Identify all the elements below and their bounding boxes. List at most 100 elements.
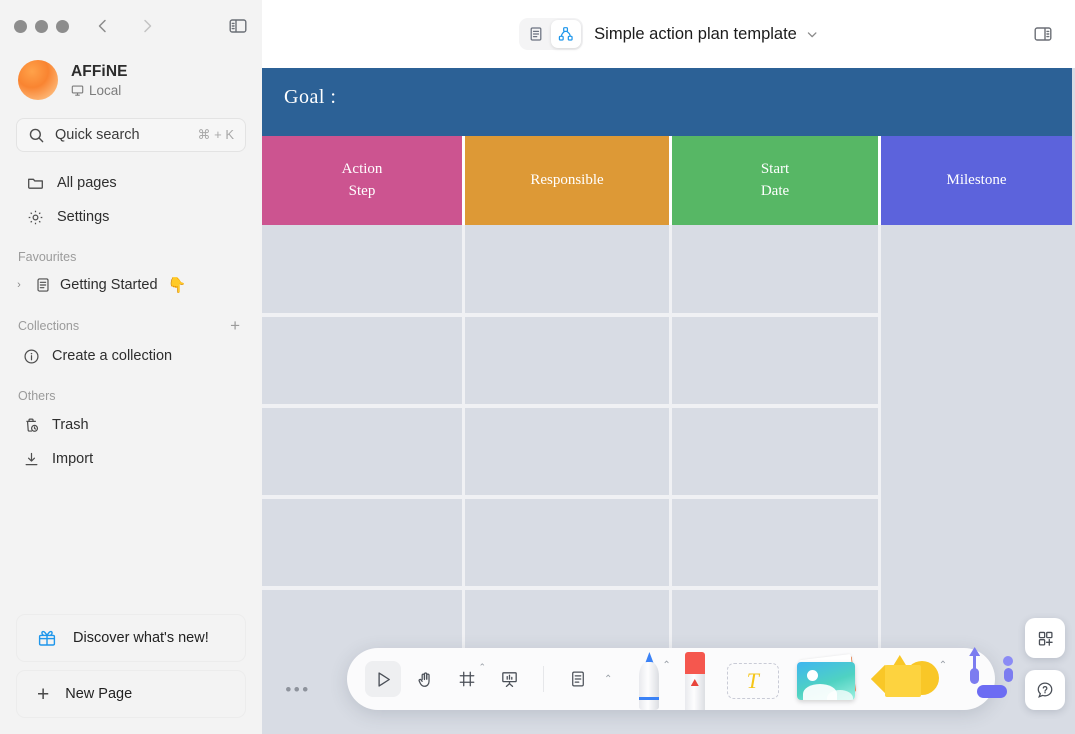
import-icon — [22, 450, 40, 468]
gift-icon — [37, 628, 57, 648]
column-header-line1: Start — [760, 160, 790, 177]
select-tool[interactable] — [365, 661, 401, 697]
connector-icon — [963, 647, 1019, 700]
hand-tool[interactable] — [407, 661, 443, 697]
edgeless-canvas[interactable]: Goal : Action Step Responsible Start Dat… — [262, 58, 1075, 734]
plus-icon: + — [37, 682, 50, 706]
text-T-icon: T — [726, 663, 779, 699]
frame-tool[interactable]: ⌃ — [449, 661, 486, 697]
table-header-row: Action Step Responsible Start Date Miles… — [262, 136, 1072, 225]
pen-icon — [636, 652, 662, 710]
search-input[interactable]: Quick search ⌘ + K — [16, 118, 246, 152]
section-header-favourites: Favourites — [0, 234, 262, 269]
help-button[interactable] — [1025, 670, 1065, 710]
trash-icon — [22, 416, 40, 434]
sync-status-label: Local — [89, 82, 122, 98]
workspace-selector[interactable]: AFFiNE Local — [0, 52, 262, 114]
primary-nav: All pages Settings — [0, 166, 262, 234]
section-title: Collections — [18, 318, 80, 333]
pen-tool-caret[interactable]: ⌃ — [662, 660, 670, 671]
traffic-lights — [14, 19, 69, 33]
column-header-line2: Step — [348, 182, 376, 199]
column-header-responsible: Responsible — [465, 136, 672, 225]
mode-switcher — [518, 18, 583, 50]
column-header-milestone: Milestone — [881, 136, 1072, 225]
page-mode-button[interactable] — [521, 20, 551, 48]
sidebar-item-getting-started[interactable]: › Getting Started 👇 — [0, 269, 262, 301]
sidebar-item-settings[interactable]: Settings — [0, 200, 262, 234]
present-tool[interactable] — [491, 661, 527, 697]
nav-arrows — [94, 17, 156, 35]
sidebar-item-label: All pages — [57, 175, 117, 191]
app-window: AFFiNE Local Quick search ⌘ + K All page… — [0, 0, 1075, 734]
sidebar-item-import[interactable]: Import — [0, 442, 262, 476]
section-title: Favourites — [18, 250, 77, 264]
add-collection-button[interactable]: + — [230, 317, 240, 334]
discover-whats-new-button[interactable]: Discover what's new! — [16, 614, 246, 662]
sidebar-item-trash[interactable]: Trash — [0, 408, 262, 442]
search-icon — [28, 127, 45, 144]
chevron-down-icon[interactable] — [806, 28, 819, 41]
button-label: Discover what's new! — [73, 630, 209, 646]
minimize-button[interactable] — [35, 19, 48, 33]
sidebar-footer: Discover what's new! + New Page — [0, 614, 262, 734]
goal-banner: Goal : — [262, 58, 1072, 136]
close-button[interactable] — [14, 19, 27, 33]
shape-tool-caret[interactable]: ⌃ — [939, 660, 947, 671]
sidebar-item-label: Import — [52, 451, 94, 467]
section-title: Others — [18, 389, 56, 403]
maximize-button[interactable] — [56, 19, 69, 33]
column-header-line1: Responsible — [530, 171, 604, 188]
page-title[interactable]: Simple action plan template — [594, 25, 819, 44]
edgeless-toolbar: ⌃ ⌃ ⌃ T ⌃ — [347, 647, 1014, 710]
desktop-icon — [71, 84, 84, 97]
chevron-up-icon[interactable]: ⌃ — [478, 662, 486, 673]
back-icon[interactable] — [94, 17, 112, 35]
pen-tool[interactable]: ⌃ — [636, 648, 671, 710]
sidebar-item-all-pages[interactable]: All pages — [0, 166, 262, 200]
doc-header: Simple action plan template — [262, 0, 1075, 68]
connector-tool[interactable] — [963, 647, 1019, 710]
sidebar-item-create-collection[interactable]: Create a collection — [0, 339, 262, 373]
canvas-more-menu-button[interactable]: ••• — [280, 678, 316, 702]
image-icon — [796, 653, 857, 701]
image-tool[interactable] — [796, 648, 857, 710]
table-column-start-date — [672, 225, 881, 695]
mode-pill — [518, 18, 583, 50]
right-sidebar-toggle-icon[interactable] — [1033, 24, 1053, 44]
toolbar-divider — [543, 666, 544, 692]
search-placeholder: Quick search — [55, 127, 140, 143]
table-column-responsible — [465, 225, 672, 695]
sidebar-toggle-icon[interactable] — [228, 16, 248, 36]
window-titlebar — [0, 0, 262, 52]
doc-title-text: Simple action plan template — [594, 24, 797, 43]
new-page-button[interactable]: + New Page — [16, 670, 246, 718]
eraser-tool[interactable] — [683, 648, 707, 710]
column-header-line2: Date — [760, 182, 790, 199]
edgeless-mode-button[interactable] — [550, 20, 581, 48]
sidebar-item-label: Create a collection — [52, 348, 173, 364]
table-body — [262, 225, 1072, 695]
column-header-line1: Milestone — [946, 171, 1007, 188]
sidebar-item-label: Settings — [57, 209, 110, 225]
section-header-collections: Collections + — [0, 301, 262, 339]
canvas-floating-buttons — [1025, 618, 1065, 710]
goal-label: Goal : — [284, 85, 337, 108]
forward-icon[interactable] — [138, 17, 156, 35]
main-area: Simple action plan template Goal : Actio… — [262, 0, 1075, 734]
add-widget-button[interactable] — [1025, 618, 1065, 658]
dots-label: ••• — [285, 680, 311, 699]
avatar — [18, 60, 58, 100]
workspace-text: AFFiNE Local — [71, 63, 128, 98]
shape-tool[interactable]: ⌃ — [870, 648, 947, 710]
column-header-start-date: Start Date — [672, 136, 881, 225]
note-tool-caret[interactable]: ⌃ — [604, 674, 612, 685]
chevron-right-icon[interactable]: › — [12, 279, 26, 291]
sidebar-item-label: Trash — [52, 417, 89, 433]
info-icon — [22, 347, 40, 365]
text-tool[interactable]: T — [726, 648, 779, 710]
note-tool[interactable] — [560, 661, 596, 697]
workspace-sync-status: Local — [71, 83, 128, 98]
sidebar-item-label: Getting Started — [60, 277, 158, 293]
